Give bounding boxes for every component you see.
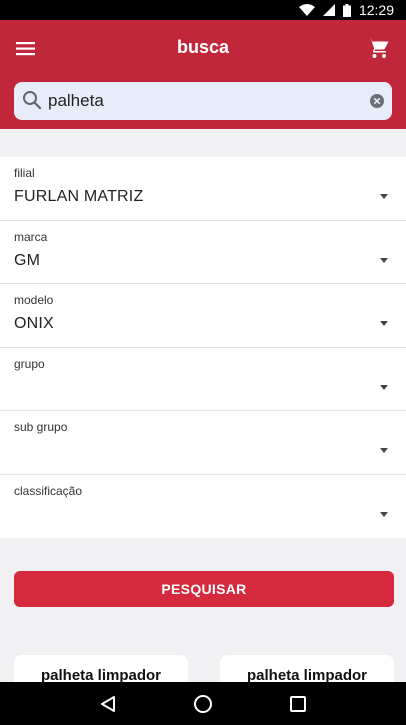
app-header: busca: [0, 20, 406, 129]
field-label: marca: [14, 229, 48, 244]
search-button[interactable]: PESQUISAR: [14, 571, 394, 607]
page-title: busca: [176, 37, 230, 57]
chevron-down-icon: [380, 511, 388, 517]
back-icon: [100, 695, 115, 712]
status-bar: 12:29: [0, 0, 406, 20]
recents-icon: [290, 695, 307, 712]
signal-icon: [322, 4, 335, 16]
filial-dropdown[interactable]: filial FURLAN MATRIZ: [0, 157, 406, 221]
header-toolbar: busca: [0, 20, 406, 78]
navigation-bar: [0, 682, 406, 725]
search-input[interactable]: [48, 88, 348, 114]
home-button[interactable]: [188, 689, 218, 719]
menu-button[interactable]: [14, 37, 38, 61]
field-label: classificação: [14, 483, 83, 498]
sub-grupo-dropdown[interactable]: sub grupo: [0, 411, 406, 475]
cart-button[interactable]: [366, 36, 390, 60]
search-icon: [23, 91, 42, 110]
status-time: 12:29: [358, 2, 394, 18]
back-button[interactable]: [93, 689, 123, 719]
chevron-down-icon: [380, 257, 388, 263]
field-value: ONIX: [14, 315, 54, 332]
wifi-icon: [298, 4, 315, 16]
clear-icon[interactable]: [370, 94, 384, 108]
battery-icon: [342, 3, 351, 17]
recents-button[interactable]: [283, 689, 313, 719]
marca-dropdown[interactable]: marca GM: [0, 221, 406, 284]
modelo-dropdown[interactable]: modelo ONIX: [0, 284, 406, 348]
field-value: GM: [14, 251, 41, 269]
field-value: FURLAN MATRIZ: [14, 188, 144, 205]
field-label: grupo: [14, 356, 45, 371]
search-bar: [14, 82, 392, 120]
chevron-down-icon: [380, 194, 388, 199]
field-label: modelo: [14, 293, 54, 307]
filter-form: filial FURLAN MATRIZ marca GM modelo ONI…: [0, 157, 406, 538]
cart-icon: [367, 38, 389, 58]
grupo-dropdown[interactable]: grupo: [0, 348, 406, 411]
chevron-down-icon: [380, 321, 388, 326]
classificacao-dropdown[interactable]: classificação: [0, 475, 406, 539]
field-label: sub grupo: [14, 420, 68, 434]
field-label: filial: [14, 166, 35, 180]
home-icon: [193, 694, 212, 713]
chevron-down-icon: [380, 384, 388, 390]
chevron-down-icon: [380, 448, 388, 453]
menu-icon: [16, 42, 35, 56]
